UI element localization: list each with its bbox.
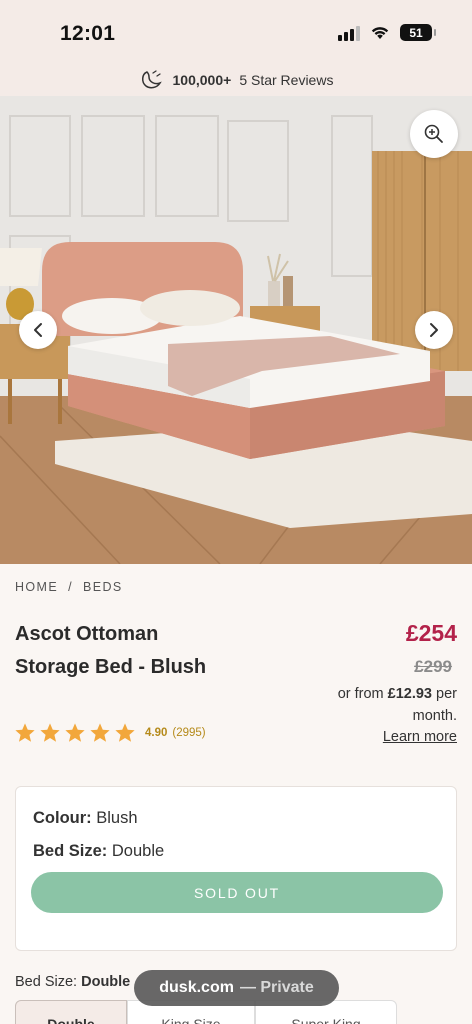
reviews-text: 5 Star Reviews — [239, 72, 334, 88]
star-icon — [90, 723, 110, 742]
reviews-banner: 100,000+ 5 Star Reviews — [0, 64, 472, 96]
size-selector-label: Bed Size: Double — [15, 974, 130, 990]
status-bar: 12:01 51 — [0, 0, 472, 64]
size-selector-value: Double — [81, 974, 131, 990]
finance-text: or from £12.93 per month. — [307, 683, 457, 727]
wifi-icon — [371, 27, 389, 39]
status-time: 12:01 — [60, 22, 116, 45]
bed-size-row: Bed Size: Double — [33, 842, 164, 861]
browser-private-label: — Private — [239, 979, 314, 996]
sleeping-moon-icon — [141, 70, 162, 89]
browser-domain: dusk.com — [159, 979, 234, 996]
product-rating[interactable]: 4.90 (2995) — [14, 722, 206, 744]
bed-product-photo — [0, 96, 472, 564]
product-options-card: Colour: Blush Bed Size: Double SOLD OUT — [15, 786, 457, 951]
bed-size-value: Double — [111, 842, 165, 860]
signal-icon — [338, 25, 360, 41]
original-price: £299 — [414, 657, 452, 676]
product-title-line2: Storage Bed - Blush — [15, 656, 207, 678]
zoom-in-icon — [424, 124, 443, 143]
breadcrumb-beds[interactable]: BEDS — [83, 580, 123, 594]
sold-out-button[interactable]: SOLD OUT — [31, 872, 443, 913]
colour-label: Colour: — [33, 809, 92, 827]
reviews-count: 100,000+ — [172, 72, 232, 88]
chevron-left-icon — [34, 323, 42, 337]
rating-count: (2995) — [172, 727, 206, 739]
finance-prefix: or from — [337, 686, 388, 702]
finance-amount: £12.93 — [387, 686, 432, 702]
browser-address-pill[interactable]: dusk.com — Private — [134, 970, 339, 1006]
zoom-button[interactable] — [410, 110, 458, 158]
star-icon — [65, 723, 85, 742]
size-selector-title: Bed Size: — [15, 974, 78, 990]
learn-more-link[interactable]: Learn more — [383, 729, 457, 745]
size-option-double[interactable]: Double — [15, 1000, 127, 1024]
colour-row: Colour: Blush — [33, 809, 138, 828]
current-price: £254 — [405, 620, 457, 646]
previous-image-button[interactable] — [19, 311, 57, 349]
battery-icon: 51 — [400, 24, 436, 41]
breadcrumb-home[interactable]: HOME — [15, 580, 58, 594]
product-title: Ascot Ottoman Storage Bed - Blush — [15, 618, 275, 684]
next-image-button[interactable] — [415, 311, 453, 349]
bed-size-label: Bed Size: — [33, 842, 108, 860]
product-title-line1: Ascot Ottoman — [15, 623, 159, 645]
rating-score: 4.90 — [145, 727, 168, 739]
colour-value: Blush — [96, 809, 138, 827]
product-image-gallery[interactable] — [0, 96, 472, 564]
star-icon — [15, 723, 35, 742]
status-icons: 51 — [338, 24, 436, 41]
breadcrumb: HOME / BEDS — [15, 580, 123, 594]
breadcrumb-separator: / — [68, 580, 73, 594]
star-icon — [40, 723, 60, 742]
chevron-right-icon — [430, 323, 438, 337]
star-icon — [115, 723, 135, 742]
